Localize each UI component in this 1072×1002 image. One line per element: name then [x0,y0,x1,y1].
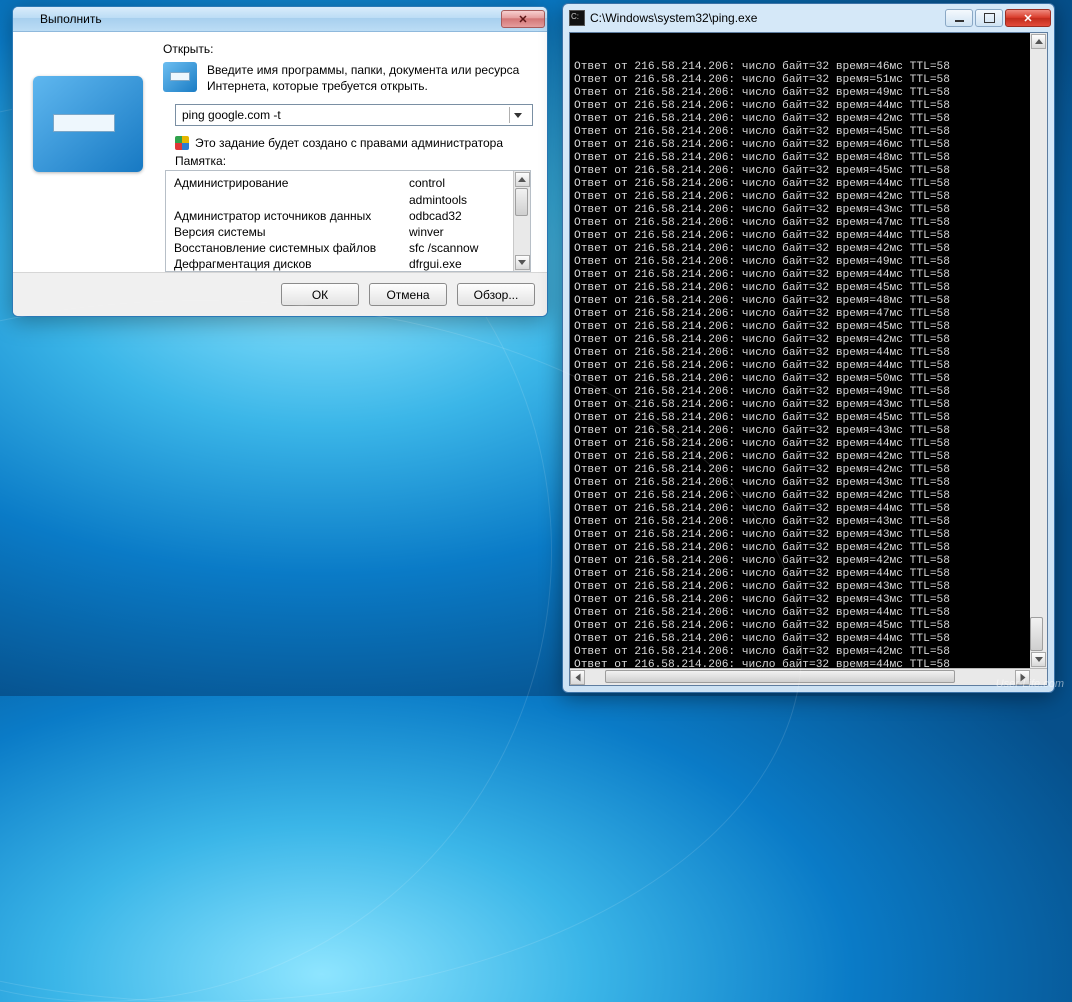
chevron-left-icon [575,674,580,682]
scroll-down-button[interactable] [515,255,530,270]
browse-button[interactable]: Обзор... [457,283,535,306]
open-combobox[interactable]: ping google.com -t [175,104,533,126]
scroll-thumb[interactable] [605,670,955,683]
chevron-down-icon [514,113,522,118]
console-window: C:\Windows\system32\ping.exe ✕ Ответ от … [562,3,1055,693]
run-title: Выполнить [40,12,501,26]
ok-button[interactable]: ОК [281,283,359,306]
console-title: C:\Windows\system32\ping.exe [590,11,945,25]
watermark: User-Life.com [996,678,1064,690]
close-button[interactable]: ✕ [501,10,545,28]
hint-name: Восстановление системных файлов [174,240,409,256]
chevron-up-icon [1035,39,1043,44]
shield-icon [175,136,189,150]
hints-label: Памятка: [175,154,533,168]
scroll-up-button[interactable] [1031,34,1046,49]
console-vscrollbar[interactable] [1030,33,1047,668]
hint-row[interactable]: Администрированиеcontrol admintools [174,175,505,207]
hint-row[interactable]: Версия системыwinver [174,224,505,240]
run-description: Введите имя программы, папки, документа … [207,62,533,94]
open-label: Открыть: [163,42,533,56]
chevron-up-icon [518,177,526,182]
scroll-left-button[interactable] [570,670,585,685]
chevron-down-icon [1035,657,1043,662]
scroll-track[interactable] [1030,50,1045,651]
hint-name: Администрирование [174,175,409,207]
hints-list: Администрированиеcontrol admintoolsАдмин… [165,170,531,272]
console-icon [569,10,585,26]
scroll-up-button[interactable] [515,172,530,187]
run-left-panel [13,32,163,272]
scroll-down-button[interactable] [1031,652,1046,667]
run-titlebar-icon [19,11,35,27]
admin-note-text: Это задание будет создано с правами адми… [195,136,503,150]
cancel-button[interactable]: Отмена [369,283,447,306]
console-text: Ответ от 216.58.214.206: число байт=32 в… [574,61,1045,668]
run-program-icon [33,76,143,172]
minimize-button[interactable] [945,9,973,27]
hint-name: Версия системы [174,224,409,240]
console-titlebar[interactable]: C:\Windows\system32\ping.exe ✕ [563,4,1054,32]
hint-command: control admintools [409,175,505,207]
run-button-bar: ОК Отмена Обзор... [13,272,547,316]
open-combobox-value: ping google.com -t [182,108,509,122]
hint-command: sfc /scannow [409,240,505,256]
hint-row[interactable]: Дефрагментация дисковdfrgui.exe [174,256,505,271]
scroll-thumb[interactable] [515,188,528,216]
run-small-icon [163,62,197,92]
maximize-button[interactable] [975,9,1003,27]
hint-command: winver [409,224,505,240]
scroll-track[interactable] [515,188,530,254]
hint-command: dfrgui.exe [409,256,505,271]
run-titlebar[interactable]: Выполнить ✕ [13,7,547,32]
hint-name: Администратор источников данных [174,208,409,224]
console-output: Ответ от 216.58.214.206: число байт=32 в… [570,33,1047,668]
combobox-dropdown-button[interactable] [509,107,526,123]
close-button[interactable]: ✕ [1005,9,1051,27]
hints-scrollbar[interactable] [513,171,530,271]
scroll-track[interactable] [585,669,1015,685]
hint-name: Дефрагментация дисков [174,256,409,271]
hint-row[interactable]: Восстановление системных файловsfc /scan… [174,240,505,256]
hint-command: odbcad32 [409,208,505,224]
chevron-down-icon [518,260,526,265]
hint-row[interactable]: Администратор источников данныхodbcad32 [174,208,505,224]
scroll-thumb[interactable] [1030,617,1043,651]
run-dialog: Выполнить ✕ Открыть: Введите имя програм… [12,6,548,317]
console-hscrollbar[interactable] [570,668,1047,685]
